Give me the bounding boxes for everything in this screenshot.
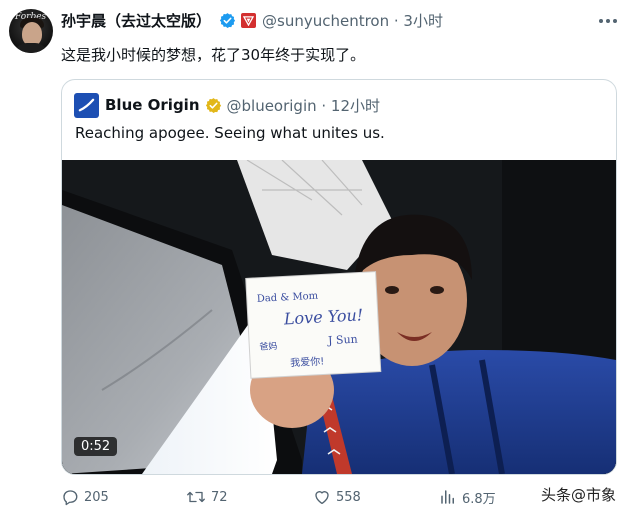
affiliate-badge-icon[interactable]: [241, 12, 257, 28]
verified-badge-icon[interactable]: [219, 12, 236, 29]
note-line3: J Sun: [327, 333, 358, 348]
views-button[interactable]: 6.8万: [439, 486, 496, 508]
views-count: 6.8万: [462, 491, 496, 507]
quoted-author-name[interactable]: Blue Origin: [105, 96, 200, 114]
video-duration: 0:52: [74, 437, 118, 456]
retweet-button[interactable]: 72: [186, 486, 228, 508]
quoted-tweet[interactable]: Blue Origin @blueorigin · 12小时 Reaching …: [61, 79, 617, 475]
quoted-tweet-text: Reaching apogee. Seeing what unites us.: [75, 124, 385, 142]
reply-button[interactable]: 205: [61, 486, 109, 508]
verified-gold-badge-icon[interactable]: [205, 97, 222, 114]
quoted-author-handle-time[interactable]: @blueorigin · 12小时: [227, 95, 381, 116]
tweet-text: 这是我小时候的梦想，花了30年终于实现了。: [61, 46, 366, 64]
author-handle-time[interactable]: @sunyuchentron · 3小时: [262, 10, 443, 31]
retweet-count: 72: [211, 489, 228, 505]
like-count: 558: [336, 489, 361, 505]
avatar-suit: [13, 43, 49, 53]
more-icon[interactable]: [598, 11, 618, 31]
views-icon: [441, 490, 454, 504]
retweet-icon: [187, 491, 205, 503]
handwritten-note: Dad & Mom Love You! J Sun 爸妈 我爱你!: [245, 271, 382, 379]
blue-origin-logo-icon[interactable]: [74, 92, 99, 118]
reply-count: 205: [84, 489, 109, 505]
video-frame: Dad & Mom Love You! J Sun 爸妈 我爱你!: [62, 160, 616, 474]
avatar[interactable]: Forbes: [9, 9, 53, 53]
like-button[interactable]: 558: [313, 486, 361, 508]
quoted-tweet-header: Blue Origin @blueorigin · 12小时: [74, 92, 380, 118]
reply-icon: [63, 490, 78, 506]
video-player[interactable]: Dad & Mom Love You! J Sun 爸妈 我爱你! 0:52: [62, 160, 616, 474]
watermark: 头条@市象: [541, 486, 617, 504]
author-name[interactable]: 孙宇晨（去过太空版）: [61, 10, 211, 31]
heart-icon: [315, 491, 329, 505]
tweet-header: 孙宇晨（去过太空版） @sunyuchentron · 3小时: [61, 9, 580, 31]
note-line4: 爸妈: [259, 340, 278, 353]
